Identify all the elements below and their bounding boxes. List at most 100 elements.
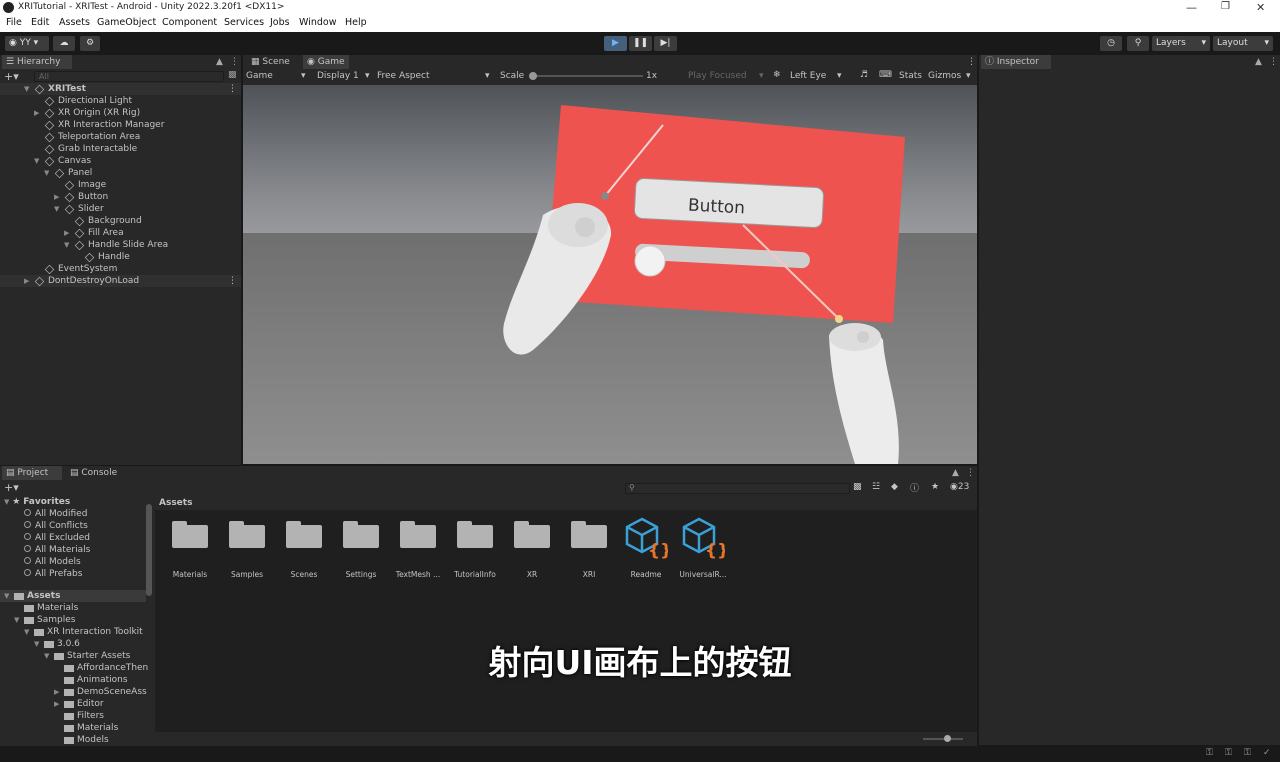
- project-tree-item[interactable]: ▼ Assets: [0, 590, 146, 602]
- play-focused-dropdown[interactable]: Play Focused: [688, 71, 747, 81]
- collapse-arrow-icon[interactable]: ▶: [54, 191, 59, 203]
- more-menu-icon[interactable]: ⋮: [962, 466, 975, 480]
- project-tree-item[interactable]: ▼ Samples: [0, 614, 146, 626]
- restore-icon[interactable]: ❐: [1221, 1, 1230, 12]
- favorite-item[interactable]: All Excluded: [24, 532, 90, 544]
- project-tree-item[interactable]: Materials: [0, 722, 146, 734]
- tab-hierarchy[interactable]: ☰ Hierarchy: [2, 55, 72, 69]
- hierarchy-search-input[interactable]: All: [34, 71, 224, 82]
- tree-scrollbar[interactable]: [146, 504, 152, 596]
- minimize-icon[interactable]: —: [1186, 1, 1197, 14]
- star-icon[interactable]: ★: [931, 482, 939, 492]
- label-icon[interactable]: ◆: [891, 482, 898, 492]
- tab-console[interactable]: ▤ Console: [66, 466, 126, 480]
- project-tree-item[interactable]: ▼ 3.0.6: [0, 638, 146, 650]
- close-icon[interactable]: ✕: [1256, 1, 1265, 14]
- menu-window[interactable]: Window: [299, 17, 336, 28]
- expand-arrow-icon[interactable]: ▼: [44, 650, 49, 662]
- search-icon[interactable]: ⚲: [1127, 36, 1149, 51]
- layers-dropdown[interactable]: Layers ▾: [1152, 36, 1210, 51]
- more-menu-icon[interactable]: ⋮: [228, 83, 237, 95]
- cloud-icon[interactable]: ☁: [53, 36, 75, 51]
- asset-item[interactable]: TextMesh ...: [390, 516, 446, 586]
- favorites-header[interactable]: ▼ ★ Favorites: [4, 496, 70, 508]
- hierarchy-item[interactable]: Directional Light: [0, 95, 241, 107]
- expand-arrow-icon[interactable]: ▼: [24, 626, 29, 638]
- asset-item[interactable]: Samples: [219, 516, 275, 586]
- zoom-slider[interactable]: [923, 738, 963, 740]
- slider-handle[interactable]: [634, 245, 666, 277]
- tab-project[interactable]: ▤ Project: [2, 466, 62, 480]
- check-icon[interactable]: ✓: [1263, 748, 1271, 758]
- play-button[interactable]: ▶: [604, 36, 627, 51]
- expand-arrow-icon[interactable]: ▼: [24, 83, 29, 95]
- filter-type-icon[interactable]: ☳: [872, 482, 880, 492]
- stats-button[interactable]: Stats: [899, 71, 922, 81]
- lock-icon[interactable]: ▲: [212, 55, 223, 69]
- add-icon[interactable]: +▾: [4, 481, 19, 494]
- add-icon[interactable]: +▾: [4, 70, 19, 83]
- hierarchy-item[interactable]: ▶ Button: [0, 191, 241, 203]
- pause-button[interactable]: ❚❚: [629, 36, 652, 51]
- gizmos-dropdown[interactable]: Gizmos: [928, 71, 961, 81]
- expand-arrow-icon[interactable]: ▼: [34, 638, 39, 650]
- project-tree-item[interactable]: Filters: [0, 710, 146, 722]
- favorite-item[interactable]: All Models: [24, 556, 81, 568]
- project-tree-item[interactable]: ▶ DemoSceneAss: [0, 686, 147, 698]
- menu-assets[interactable]: Assets: [59, 17, 90, 28]
- game-dropdown[interactable]: Game: [246, 71, 273, 81]
- collapse-arrow-icon[interactable]: ▶: [54, 686, 59, 698]
- menu-edit[interactable]: Edit: [31, 17, 49, 28]
- filter-icon[interactable]: ▩: [228, 70, 237, 80]
- info-icon[interactable]: ⓘ: [910, 481, 919, 494]
- hierarchy-item[interactable]: ▼ Panel: [0, 167, 241, 179]
- hierarchy-item[interactable]: ▼ XRITest ⋮: [0, 83, 241, 95]
- search-scope-icon[interactable]: ▩: [853, 482, 862, 492]
- step-button[interactable]: ▶|: [654, 36, 677, 51]
- hierarchy-item[interactable]: XR Interaction Manager: [0, 119, 241, 131]
- expand-arrow-icon[interactable]: ▼: [14, 614, 19, 626]
- collapse-arrow-icon[interactable]: ▶: [24, 275, 29, 287]
- mute-audio-icon[interactable]: ♬: [860, 70, 868, 80]
- hidden-packages-icon[interactable]: ◉23: [950, 482, 969, 492]
- collapse-arrow-icon[interactable]: ▶: [54, 698, 59, 710]
- project-tree-item[interactable]: Animations: [0, 674, 146, 686]
- scale-slider-handle[interactable]: [529, 72, 537, 80]
- hierarchy-item[interactable]: Grab Interactable: [0, 143, 241, 155]
- menu-file[interactable]: File: [6, 17, 22, 28]
- account-dropdown[interactable]: ◉ YY ▾: [5, 36, 49, 51]
- asset-item[interactable]: TutorialInfo: [447, 516, 503, 586]
- debug-icon[interactable]: ⚿: [1244, 748, 1251, 758]
- display-dropdown[interactable]: Display 1: [317, 71, 359, 81]
- more-menu-icon[interactable]: ⋮: [963, 55, 976, 69]
- hierarchy-item[interactable]: ▼ Canvas: [0, 155, 241, 167]
- expand-arrow-icon[interactable]: ▼: [44, 167, 49, 179]
- hierarchy-item[interactable]: Teleportation Area: [0, 131, 241, 143]
- hierarchy-item[interactable]: ▶ DontDestroyOnLoad ⋮: [0, 275, 241, 287]
- asset-item[interactable]: {} UniversalR...: [675, 516, 731, 586]
- menu-gameobject[interactable]: GameObject: [97, 17, 156, 28]
- project-tree-item[interactable]: AffordanceThen: [0, 662, 148, 674]
- favorite-item[interactable]: All Materials: [24, 544, 90, 556]
- hierarchy-item[interactable]: Handle: [0, 251, 241, 263]
- hierarchy-item[interactable]: ▼ Slider: [0, 203, 241, 215]
- hierarchy-item[interactable]: EventSystem: [0, 263, 241, 275]
- lock-icon[interactable]: ▲: [1251, 55, 1262, 69]
- keyboard-icon[interactable]: ⌨: [879, 70, 892, 80]
- lock-icon[interactable]: ▲: [948, 466, 959, 480]
- history-icon[interactable]: ◷: [1100, 36, 1122, 51]
- asset-item[interactable]: Materials: [162, 516, 218, 586]
- expand-arrow-icon[interactable]: ▼: [34, 155, 39, 167]
- menu-jobs[interactable]: Jobs: [270, 17, 290, 28]
- hierarchy-item[interactable]: ▶ XR Origin (XR Rig): [0, 107, 241, 119]
- project-tree-item[interactable]: Materials: [0, 602, 146, 614]
- progress-icon[interactable]: ⚿: [1225, 748, 1232, 758]
- hierarchy-item[interactable]: Image: [0, 179, 241, 191]
- hierarchy-item[interactable]: Background: [0, 215, 241, 227]
- layout-dropdown[interactable]: Layout ▾: [1213, 36, 1273, 51]
- menu-help[interactable]: Help: [345, 17, 367, 28]
- expand-arrow-icon[interactable]: ▼: [4, 590, 9, 602]
- project-tree-item[interactable]: ▼ XR Interaction Toolkit: [0, 626, 146, 638]
- hierarchy-item[interactable]: ▶ Fill Area: [0, 227, 241, 239]
- project-tree-item[interactable]: Models: [0, 734, 146, 746]
